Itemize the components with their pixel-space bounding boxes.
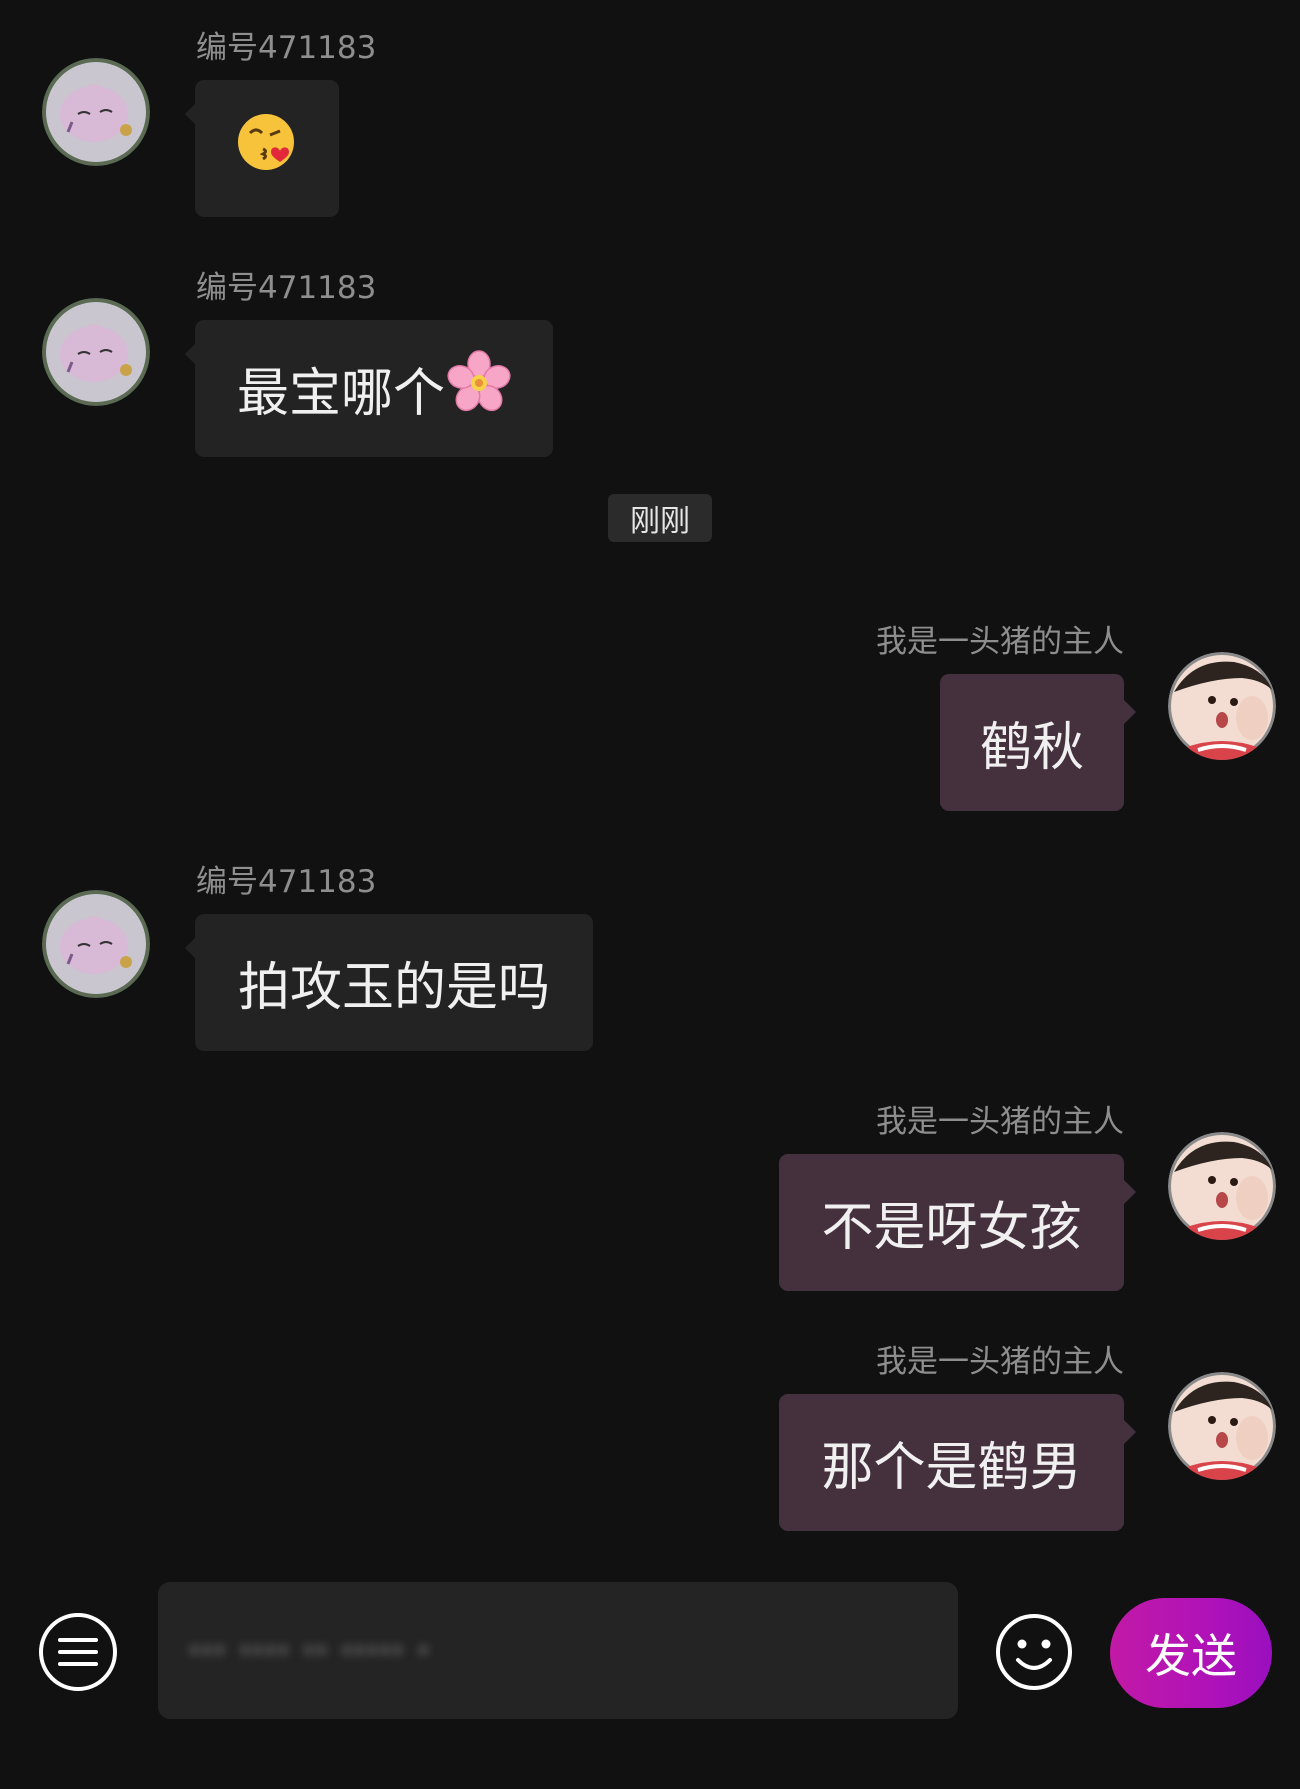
- message-text: 鹤秋: [979, 718, 1084, 778]
- cherry-blossom-emoji-icon: [447, 350, 511, 427]
- message-bubble[interactable]: 鹤秋: [940, 674, 1136, 811]
- contact-avatar[interactable]: [42, 58, 150, 166]
- message-input-container[interactable]: [158, 1582, 958, 1719]
- message-bubble[interactable]: 最宝哪个: [185, 320, 553, 457]
- contact-avatar[interactable]: [42, 890, 150, 998]
- sender-name: 我是一头猪的主人: [876, 1104, 1124, 1140]
- sender-name: 我是一头猪的主人: [876, 624, 1124, 660]
- message-bubble[interactable]: 不是呀女孩: [779, 1154, 1136, 1291]
- chat-screen: 编号471183 编号471183 最宝哪个 刚刚 我是一头猪的主人 鹤秋 编号…: [0, 0, 1300, 1789]
- message-text: 拍攻玉的是吗: [237, 958, 550, 1018]
- sender-name: 编号471183: [196, 30, 377, 66]
- send-button[interactable]: 发送: [1110, 1598, 1272, 1708]
- message-text: 那个是鹤男: [821, 1438, 1082, 1498]
- self-avatar[interactable]: [1168, 1132, 1276, 1240]
- sender-name: 我是一头猪的主人: [876, 1344, 1124, 1380]
- menu-button[interactable]: [38, 1612, 118, 1692]
- timestamp-divider: 刚刚: [608, 494, 712, 542]
- message-bubble[interactable]: 那个是鹤男: [779, 1394, 1136, 1531]
- message-input[interactable]: [186, 1624, 750, 1678]
- menu-icon: [39, 1613, 117, 1691]
- message-bubble[interactable]: 拍攻玉的是吗: [185, 914, 593, 1051]
- sender-name: 编号471183: [196, 864, 377, 900]
- smiley-icon: [996, 1614, 1072, 1690]
- contact-avatar[interactable]: [42, 298, 150, 406]
- self-avatar[interactable]: [1168, 1372, 1276, 1480]
- emoji-button[interactable]: [994, 1612, 1074, 1692]
- message-text: 不是呀女孩: [821, 1198, 1082, 1258]
- kissing-heart-emoji-icon: [236, 111, 298, 186]
- message-bubble[interactable]: [185, 80, 339, 217]
- message-text: 最宝哪个: [236, 364, 445, 424]
- self-avatar[interactable]: [1168, 652, 1276, 760]
- sender-name: 编号471183: [196, 270, 377, 306]
